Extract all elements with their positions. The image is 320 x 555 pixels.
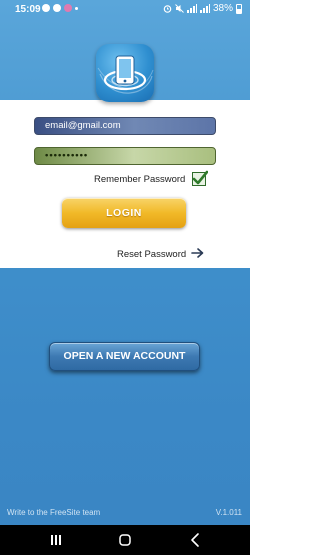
app-notification-icon [64, 4, 72, 12]
open-new-account-button[interactable]: OPEN A NEW ACCOUNT [49, 342, 200, 371]
signal-2-icon [199, 4, 210, 13]
notification-icons [42, 4, 78, 12]
battery-percent: 38% [212, 3, 233, 14]
email-field[interactable]: email@gmail.com [34, 117, 216, 135]
back-button[interactable] [175, 525, 215, 555]
remember-password-checkbox[interactable] [192, 170, 208, 186]
login-screen: 15:09 38% email@gmail.com •••••••••• Rem… [0, 0, 250, 555]
password-field[interactable]: •••••••••• [34, 147, 216, 165]
status-time: 15:09 [15, 4, 41, 15]
status-bar: 15:09 38% [0, 0, 250, 20]
alarm-icon [163, 5, 172, 13]
mute-icon [175, 4, 184, 13]
more-notifications-icon [75, 6, 78, 10]
system-nav-bar [0, 525, 250, 555]
battery-icon [236, 3, 242, 14]
recents-icon [51, 535, 61, 545]
recents-button[interactable] [36, 525, 76, 555]
contact-link[interactable]: Write to the FreeSite team [7, 508, 100, 517]
checkmark-icon [192, 170, 208, 185]
arrow-right-icon[interactable] [191, 247, 205, 259]
back-icon [191, 533, 199, 547]
login-button[interactable]: LOGIN [62, 198, 186, 228]
version-label: V.1.011 [215, 508, 242, 517]
signal-1-icon [186, 4, 197, 13]
remember-password-label: Remember Password [94, 174, 186, 185]
freesite-logo-icon [96, 44, 154, 102]
chat-icon [53, 4, 61, 12]
system-status: 38% [163, 3, 242, 14]
reset-password-link[interactable]: Reset Password [117, 249, 186, 260]
messenger-icon [42, 4, 50, 12]
home-icon [119, 534, 131, 546]
home-button[interactable] [105, 525, 145, 555]
